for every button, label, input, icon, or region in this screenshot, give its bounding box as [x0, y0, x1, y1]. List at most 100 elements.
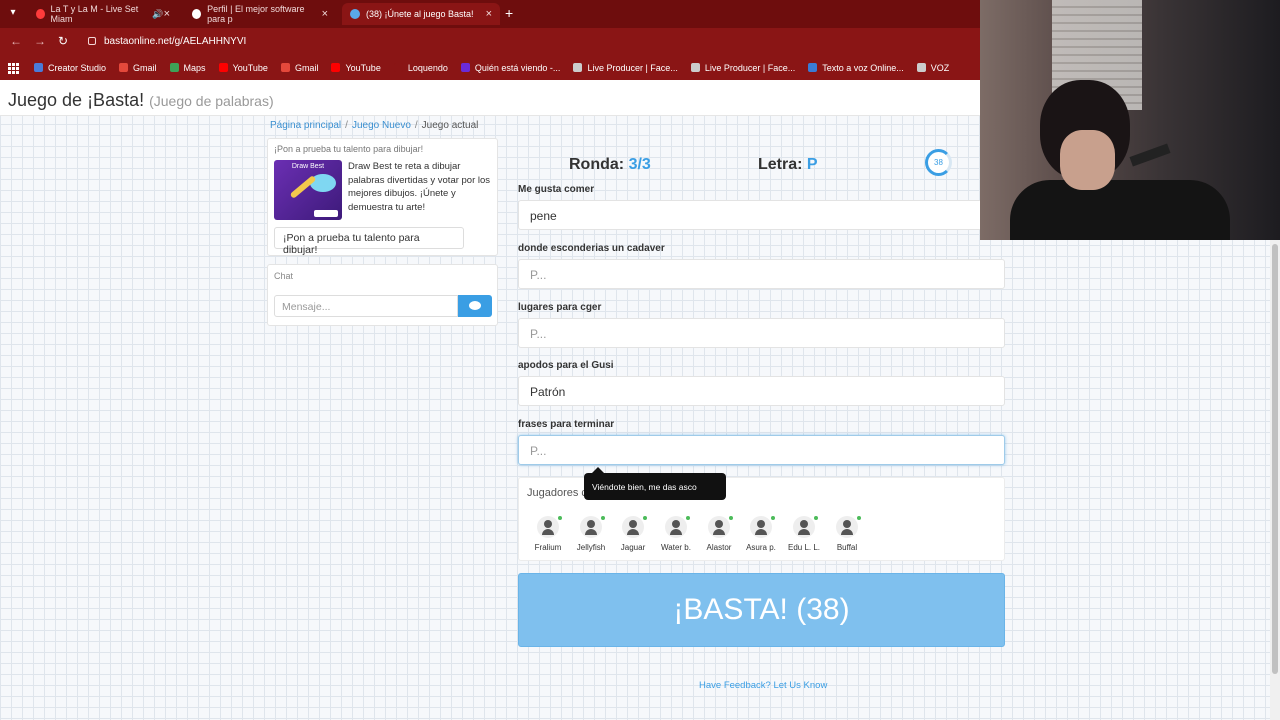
- close-icon[interactable]: ×: [486, 8, 492, 20]
- draw-best-title: Draw Best: [291, 163, 325, 170]
- bookmark-live-producer-2[interactable]: Live Producer | Face...: [690, 62, 796, 73]
- webcam-overlay: [980, 0, 1280, 240]
- online-dot: [814, 516, 818, 520]
- player-tooltip: Viéndote bien, me das asco: [584, 467, 726, 500]
- breadcrumb-separator: /: [345, 120, 348, 131]
- bookmark-label: Texto a voz Online...: [822, 62, 904, 73]
- bookmark-loquendo[interactable]: Loquendo: [393, 63, 448, 73]
- globe-icon: [808, 63, 818, 72]
- reload-icon[interactable]: ↻: [58, 34, 68, 48]
- field-label-3: lugares para cger: [518, 302, 602, 313]
- round-label: Ronda:: [569, 156, 625, 173]
- bookmark-quien-esta-viendo[interactable]: Quién está viendo -...: [460, 63, 560, 73]
- tab-2-title: Perfil | El mejor software para p: [207, 4, 305, 24]
- avatar-icon: [708, 516, 733, 538]
- promo-button[interactable]: ¡Pon a prueba tu talento para dibujar!: [274, 227, 464, 256]
- bookmark-gmail-2[interactable]: Gmail: [280, 63, 318, 73]
- round-value: 3/3: [628, 156, 651, 173]
- player-item[interactable]: Asura p.: [739, 516, 783, 552]
- page-icon: [916, 63, 926, 72]
- promo-panel: ¡Pon a prueba tu talento para dibujar! D…: [267, 138, 498, 256]
- player-name: Buffal: [836, 543, 858, 552]
- bookmark-label: Live Producer | Face...: [704, 62, 796, 73]
- back-icon[interactable]: ←: [10, 34, 22, 48]
- site-info-icon[interactable]: [88, 37, 96, 45]
- forward-icon[interactable]: →: [34, 34, 46, 48]
- player-item[interactable]: Fralium: [526, 516, 570, 552]
- online-dot: [729, 516, 733, 520]
- online-dot: [686, 516, 690, 520]
- page-icon: [690, 63, 700, 72]
- chat-send-button[interactable]: [458, 295, 492, 317]
- bookmark-texto-a-voz[interactable]: Texto a voz Online...: [808, 63, 904, 73]
- chat-message-input[interactable]: Mensaje...: [274, 295, 458, 317]
- avatar-icon: [580, 516, 605, 538]
- tab-3-title: (38) ¡Únete al juego Basta!: [366, 9, 474, 19]
- answer-input-4[interactable]: Patrón: [518, 376, 1005, 406]
- field-label-4: apodos para el Gusi: [518, 360, 614, 371]
- apps-grid-icon[interactable]: [8, 62, 19, 74]
- avatar-icon: [750, 516, 775, 538]
- breadcrumb-home-link[interactable]: Página principal: [270, 120, 341, 131]
- new-tab-icon[interactable]: +: [505, 5, 513, 21]
- loquendo-icon: [393, 63, 403, 72]
- streamlabs-icon: [460, 63, 470, 72]
- tab-2[interactable]: Perfil | El mejor software para p ×: [184, 3, 336, 25]
- bookmark-youtube[interactable]: YouTube: [218, 62, 268, 73]
- player-item[interactable]: Water b.: [654, 516, 698, 552]
- bookmark-label: YouTube: [232, 62, 268, 73]
- chat-panel: Chat Mensaje...: [267, 264, 498, 326]
- page-icon: [573, 63, 583, 72]
- basta-button[interactable]: ¡BASTA! (38): [518, 573, 1005, 647]
- answer-input-1[interactable]: pene: [518, 200, 1005, 230]
- gmail-icon: [280, 63, 290, 72]
- online-dot: [643, 516, 647, 520]
- answer-input-5[interactable]: P...: [518, 435, 1005, 465]
- field-label-5: frases para terminar: [518, 419, 615, 430]
- player-item[interactable]: Jaguar: [611, 516, 655, 552]
- players-label: Jugadores c: [527, 487, 587, 499]
- draw-best-image[interactable]: Draw Best: [274, 160, 342, 220]
- bookmark-live-producer[interactable]: Live Producer | Face...: [573, 63, 678, 73]
- player-item[interactable]: Alastor: [697, 516, 741, 552]
- player-name: Asura p.: [746, 543, 776, 552]
- maps-icon: [169, 63, 179, 72]
- diamond-icon: [192, 9, 202, 19]
- bookmark-maps[interactable]: Maps: [169, 63, 206, 73]
- close-icon[interactable]: ×: [322, 8, 328, 20]
- bookmark-voz[interactable]: VOZ: [916, 62, 950, 73]
- feedback-link[interactable]: Have Feedback? Let Us Know: [699, 680, 827, 691]
- url-field[interactable]: bastaonline.net/g/AELAHHNYVI: [88, 36, 246, 47]
- promo-heading: ¡Pon a prueba tu talento para dibujar!: [274, 144, 424, 154]
- avatar-icon: [793, 516, 818, 538]
- player-name: Edu L. L.: [787, 543, 821, 552]
- close-icon[interactable]: ×: [164, 8, 170, 20]
- answer-input-3[interactable]: P...: [518, 318, 1005, 348]
- player-item[interactable]: Edu L. L.: [782, 516, 826, 552]
- online-dot: [857, 516, 861, 520]
- player-name: Fralium: [534, 543, 562, 552]
- answer-input-2[interactable]: P...: [518, 259, 1005, 289]
- bookmark-label: VOZ: [930, 62, 950, 73]
- player-item[interactable]: Jellyfish: [569, 516, 613, 552]
- subtitle-text: (Juego de palabras): [149, 93, 274, 109]
- avatar-icon: [537, 516, 562, 538]
- tab-1[interactable]: La T y La M - Live Set Miam 🔊 ×: [28, 3, 178, 25]
- breadcrumb-new-game-link[interactable]: Juego Nuevo: [352, 120, 411, 131]
- youtube-icon: [331, 63, 341, 72]
- avatar-icon: [836, 516, 861, 538]
- tab-3[interactable]: (38) ¡Únete al juego Basta! ×: [342, 3, 500, 25]
- breadcrumb-current: Juego actual: [421, 120, 479, 131]
- tab-search-icon[interactable]: ▾: [6, 7, 20, 21]
- bookmark-youtube-2[interactable]: YouTube: [331, 63, 381, 73]
- scrollbar-thumb[interactable]: [1272, 244, 1278, 674]
- site-header: Juego de ¡Basta! (Juego de palabras): [0, 80, 980, 116]
- bookmark-creator-studio[interactable]: Creator Studio: [34, 63, 106, 73]
- speaker-icon[interactable]: 🔊: [152, 9, 163, 20]
- avatar-icon: [665, 516, 690, 538]
- creator-studio-icon: [34, 63, 43, 72]
- player-item[interactable]: Buffal: [825, 516, 869, 552]
- bookmark-gmail[interactable]: Gmail: [119, 63, 157, 73]
- youtube-icon: [36, 9, 45, 19]
- gmail-icon: [119, 63, 129, 72]
